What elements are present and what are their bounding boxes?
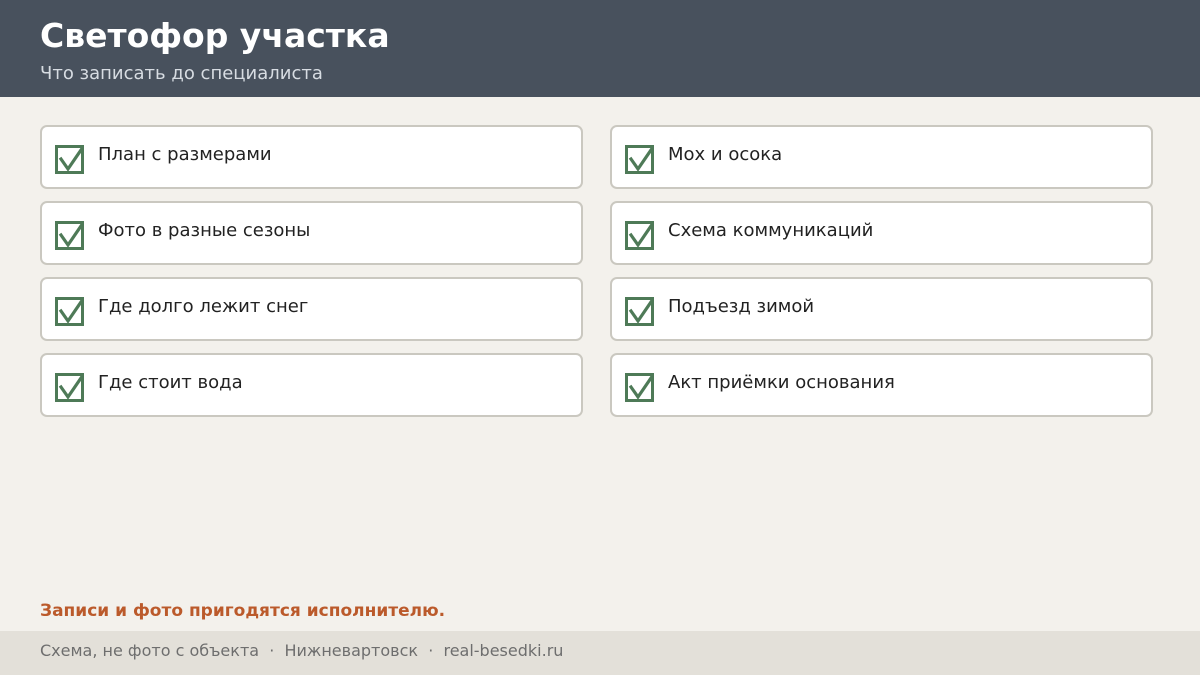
checklist-item-label: Акт приёмки основания <box>668 372 895 393</box>
note-text: Записи и фото пригодятся исполнителю. <box>40 601 446 621</box>
footer: Схема, не фото с объекта · Нижневартовск… <box>0 631 1200 675</box>
checkbox-checked-icon[interactable] <box>625 373 654 402</box>
checklist-item[interactable]: Схема коммуникаций <box>610 201 1153 265</box>
checkbox-checked-icon[interactable] <box>55 145 84 174</box>
checkbox-checked-icon[interactable] <box>625 297 654 326</box>
checklist-item[interactable]: Мох и осока <box>610 125 1153 189</box>
checklist-item[interactable]: Подъезд зимой <box>610 277 1153 341</box>
checklist-item-label: Где долго лежит снег <box>98 296 309 317</box>
checklist-item-label: Фото в разные сезоны <box>98 220 311 241</box>
checklist-item-label: План с размерами <box>98 144 272 165</box>
checklist-item-label: Где стоит вода <box>98 372 243 393</box>
checklist-item[interactable]: Где стоит вода <box>40 353 583 417</box>
checkbox-checked-icon[interactable] <box>625 221 654 250</box>
checklist-item[interactable]: Фото в разные сезоны <box>40 201 583 265</box>
checkbox-checked-icon[interactable] <box>55 221 84 250</box>
checkbox-checked-icon[interactable] <box>55 297 84 326</box>
checkbox-checked-icon[interactable] <box>55 373 84 402</box>
page-subtitle: Что записать до специалиста <box>40 63 323 84</box>
checklist-item[interactable]: Акт приёмки основания <box>610 353 1153 417</box>
checklist-item-label: Подъезд зимой <box>668 296 815 317</box>
checklist-item-label: Мох и осока <box>668 144 783 165</box>
checkbox-checked-icon[interactable] <box>625 145 654 174</box>
footer-text: Схема, не фото с объекта · Нижневартовск… <box>40 641 564 660</box>
checklist-item[interactable]: План с размерами <box>40 125 583 189</box>
page-title: Светофор участка <box>40 16 390 55</box>
checklist-item-label: Схема коммуникаций <box>668 220 874 241</box>
checklist-item[interactable]: Где долго лежит снег <box>40 277 583 341</box>
header: Светофор участка Что записать до специал… <box>0 0 1200 97</box>
